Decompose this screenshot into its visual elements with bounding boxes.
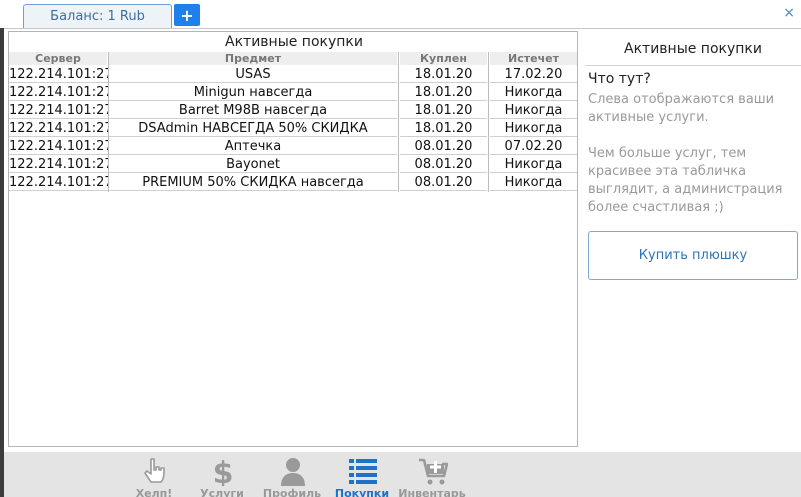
cell-item: Аптечка (109, 138, 397, 155)
nav-label: Профиль (262, 487, 322, 497)
nav-label: Инвентарь (398, 487, 466, 497)
buy-button[interactable]: Купить плюшку (588, 231, 798, 280)
list-icon (349, 459, 377, 484)
nav-label: Услуги (200, 487, 244, 497)
info-panel: Активные покупки Что тут? Слева отобража… (585, 29, 801, 460)
cell-bought: 08.01.20 (400, 138, 487, 155)
column-header-item[interactable]: Предмет (109, 52, 397, 65)
info-question: Что тут? (588, 71, 651, 87)
cell-item: Barret M98B навсегда (109, 102, 397, 119)
cell-bought: 18.01.20 (400, 66, 487, 83)
column-separator (488, 52, 489, 192)
user-icon (281, 458, 305, 486)
hand-pointer-icon (144, 458, 165, 483)
info-divider (585, 65, 801, 66)
info-title: Активные покупки (624, 41, 762, 57)
column-header-server[interactable]: Сервер (9, 52, 107, 65)
cell-expires: Никогда (490, 102, 577, 119)
cell-bought: 08.01.20 (400, 174, 487, 191)
cell-item: Minigun навсегда (109, 84, 397, 101)
cell-item: DSAdmin НАВСЕГДА 50% СКИДКА (109, 120, 397, 137)
cell-server: 122.214.101:27015 (9, 120, 108, 137)
cart-plus-icon (419, 458, 448, 485)
column-header-expires[interactable]: Истечет (490, 52, 577, 65)
info-paragraph-1: Слева отображаются ваши активные услуги. (588, 92, 775, 125)
nav-label: Хелп! (135, 487, 173, 497)
window-frame-left (0, 28, 4, 497)
column-header-bought[interactable]: Куплен (400, 52, 487, 65)
cell-expires: Никогда (490, 174, 577, 191)
tab-bar: Баланс: 1 Rub + × (0, 0, 801, 28)
nav-item-purchases[interactable]: Покупки (326, 452, 398, 497)
dollar-icon: $ (213, 456, 234, 486)
close-icon[interactable]: × (783, 5, 795, 21)
column-separator (398, 52, 399, 192)
cell-expires: Никогда (490, 156, 577, 173)
cell-item: Bayonet (109, 156, 397, 173)
cell-bought: 18.01.20 (400, 102, 487, 119)
cell-server: 122.214.101:27015 (9, 156, 108, 173)
cell-expires: Никогда (490, 120, 577, 137)
purchases-table: Активные покупки Сервер Предмет Куплен И… (8, 31, 578, 447)
nav-label: Покупки (334, 487, 390, 497)
cell-expires: 17.02.20 (490, 66, 577, 83)
cell-item: PREMIUM 50% СКИДКА навсегда (109, 174, 397, 191)
nav-item-inventory[interactable]: Инвентарь (396, 452, 468, 497)
cell-item: USAS (109, 66, 397, 83)
cell-bought: 18.01.20 (400, 84, 487, 101)
cell-bought: 18.01.20 (400, 120, 487, 137)
cell-server: 122.214.101:27015 (9, 84, 108, 101)
bottom-nav: Хелп! $ Услуги Профиль Покупки Инвентарь (4, 452, 801, 497)
tab-balance[interactable]: Баланс: 1 Rub (23, 4, 172, 28)
table-title: Активные покупки (225, 34, 363, 50)
svg-text:$: $ (213, 456, 234, 486)
cell-bought: 08.01.20 (400, 156, 487, 173)
cell-server: 122.214.101:27015 (9, 66, 108, 83)
cell-server: 122.214.101:27015 (9, 138, 108, 155)
nav-item-help[interactable]: Хелп! (118, 452, 190, 497)
add-tab-button[interactable]: + (174, 4, 200, 26)
cell-expires: Никогда (490, 84, 577, 101)
nav-item-profile[interactable]: Профиль (256, 452, 328, 497)
cell-expires: 07.02.20 (490, 138, 577, 155)
info-paragraph-2: Чем больше услуг, тем красивее эта табли… (588, 146, 783, 215)
cell-server: 122.214.101:27015 (9, 174, 108, 191)
cell-server: 122.214.101:27015 (9, 102, 108, 119)
nav-item-services[interactable]: $ Услуги (186, 452, 258, 497)
